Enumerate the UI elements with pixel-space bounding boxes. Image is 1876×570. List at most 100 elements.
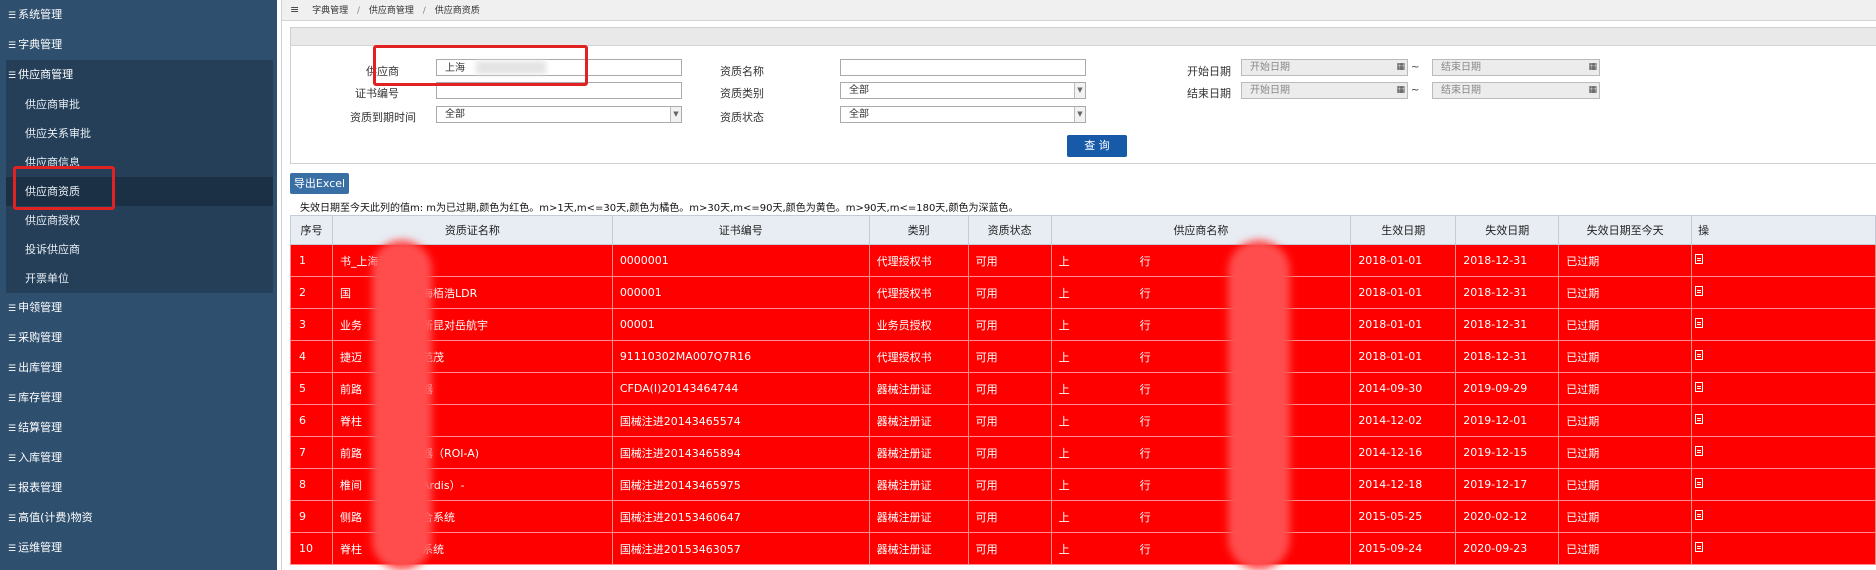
cell-remain: 已过期: [1558, 436, 1693, 469]
cell-end: 2018-12-31: [1455, 340, 1560, 373]
cell-status: 可用: [967, 372, 1052, 405]
cell-start: 2014-12-16: [1350, 436, 1457, 469]
sidebar-item[interactable]: ☰ 字典管理: [0, 30, 277, 60]
cell-operation: [1691, 468, 1876, 501]
col-header-supplier[interactable]: 供应商名称: [1050, 215, 1352, 245]
cell-remain: 已过期: [1558, 404, 1693, 437]
cell-type: 器械注册证: [868, 468, 969, 501]
sidebar-item[interactable]: ☰ 申领管理: [0, 293, 277, 323]
sidebar-subitem[interactable]: 供应商授权: [6, 206, 273, 235]
cell-operation: [1691, 340, 1876, 373]
table-row[interactable]: 6 脊柱 国械注进20143465574 器械注册证 可用上行 2014-12-02 201…: [290, 404, 1876, 437]
table-row[interactable]: 9 侧路 合系统 国械注进20153460647 器械注册证 可用上行 2015-05-25…: [290, 500, 1876, 533]
chevron-down-icon: ▼: [670, 107, 681, 122]
document-icon[interactable]: [1695, 414, 1704, 424]
cell-seq: 8: [290, 468, 333, 501]
export-excel-button[interactable]: 导出Excel: [290, 173, 349, 194]
cell-name: 捷迈 范茂: [331, 340, 613, 373]
cell-operation: [1691, 436, 1876, 469]
end-date-from-input[interactable]: 开始日期 ▦: [1241, 82, 1408, 99]
menu-toggle-icon[interactable]: ≡: [290, 3, 299, 16]
col-header-status[interactable]: 资质状态: [967, 215, 1052, 245]
list-icon: ☰: [8, 41, 17, 51]
breadcrumb-item[interactable]: 字典管理: [312, 6, 348, 16]
table-row[interactable]: 4 捷迈 范茂 91110302MA007Q7R16 代理授权书 可用上行 2018-01-…: [290, 340, 1876, 373]
cert-no-input[interactable]: [436, 82, 682, 99]
calendar-icon[interactable]: ▦: [1588, 83, 1597, 98]
document-icon[interactable]: [1695, 254, 1704, 264]
sidebar-subitem[interactable]: 供应商信息: [6, 148, 273, 177]
start-date-from-input[interactable]: 开始日期 ▦: [1241, 59, 1408, 76]
cell-cert: 国械注进20153463057: [611, 532, 870, 565]
calendar-icon[interactable]: ▦: [1396, 83, 1405, 98]
table-row[interactable]: 10 脊柱 系统 国械注进20153463057 器械注册证 可用上行 2015-09-24…: [290, 532, 1876, 565]
sidebar-subitem[interactable]: 供应商资质: [6, 177, 273, 206]
sidebar-item[interactable]: ☰ 报表管理: [0, 473, 277, 503]
col-header-end[interactable]: 失效日期: [1455, 215, 1560, 245]
sidebar-item[interactable]: ☰ 运维管理: [0, 533, 277, 563]
sidebar-subitem[interactable]: 开票单位: [6, 264, 273, 293]
document-icon[interactable]: [1695, 510, 1704, 520]
col-header-type[interactable]: 类别: [868, 215, 969, 245]
list-icon: ☰: [8, 484, 17, 494]
table-row[interactable]: 3 业务 所昆对岳航宇 00001 业务员授权 可用上行 2018-01-01 2018-12…: [290, 308, 1876, 341]
menu-label: 入库管理: [18, 451, 63, 464]
cell-name: 前路 器（ROI-A): [331, 436, 613, 469]
expire-time-label: 资质到期时间: [350, 111, 416, 124]
cell-status: 可用: [967, 436, 1052, 469]
document-icon[interactable]: [1695, 382, 1704, 392]
qual-name-input[interactable]: [840, 59, 1086, 76]
document-icon[interactable]: [1695, 286, 1704, 296]
query-button[interactable]: 查 询: [1067, 135, 1127, 157]
document-icon[interactable]: [1695, 318, 1704, 328]
menu-label: 供应商授权: [25, 214, 80, 227]
sidebar-item[interactable]: ☰ 系统管理: [0, 0, 277, 30]
expire-time-select[interactable]: 全部 ▼: [436, 106, 682, 123]
breadcrumb-item[interactable]: 供应商管理: [369, 6, 414, 16]
cert-no-label: 证书编号: [355, 87, 399, 100]
start-date-to-input[interactable]: 结束日期 ▦: [1432, 59, 1600, 76]
list-icon: ☰: [8, 544, 17, 554]
document-icon[interactable]: [1695, 478, 1704, 488]
table-row[interactable]: 2 国上海栢浩LDR 000001 代理授权书 可用上行 2018-01-01 2018-1…: [290, 276, 1876, 309]
calendar-icon[interactable]: ▦: [1588, 60, 1597, 75]
table-row[interactable]: 8 椎间 Ardis）- 国械注进20143465975 器械注册证 可用上行 2014-1…: [290, 468, 1876, 501]
table-row[interactable]: 1 书_上海济昆捷迈 0000001 代理授权书 可用上行 2018-01-01 2018-…: [290, 244, 1876, 277]
qual-status-select[interactable]: 全部 ▼: [840, 106, 1086, 123]
menu-label: 供应商信息: [25, 156, 80, 169]
document-icon[interactable]: [1695, 542, 1704, 552]
col-header-seq[interactable]: 序号: [290, 215, 333, 245]
sidebar-subitem[interactable]: 投诉供应商: [6, 235, 273, 264]
sidebar-item[interactable]: ☰ 高值(计费)物资: [0, 503, 277, 533]
sidebar-item-supplier-management[interactable]: ☰ 供应商管理: [6, 60, 273, 90]
list-icon: ☰: [8, 304, 17, 314]
supplier-label: 供应商: [366, 65, 399, 78]
sidebar-item[interactable]: ☰ 入库管理: [0, 443, 277, 473]
qual-type-select[interactable]: 全部 ▼: [840, 82, 1086, 99]
sidebar-item[interactable]: ☰ 库存管理: [0, 383, 277, 413]
calendar-icon[interactable]: ▦: [1396, 60, 1405, 75]
col-header-name[interactable]: 资质证名称: [331, 215, 613, 245]
menu-label: 申领管理: [18, 301, 63, 314]
sidebar-item[interactable]: ☰ 出库管理: [0, 353, 277, 383]
cell-supplier: 上行: [1050, 468, 1352, 501]
menu-label: 供应商资质: [25, 185, 80, 198]
col-header-remain[interactable]: 失效日期至今天: [1558, 215, 1693, 245]
table-row[interactable]: 5 前路器 CFDA(I)20143464744 器械注册证 可用上行 2014-09-3…: [290, 372, 1876, 405]
col-header-cert[interactable]: 证书编号: [611, 215, 870, 245]
sidebar-item[interactable]: ☰ 采购管理: [0, 323, 277, 353]
cell-end: 2019-12-15: [1455, 436, 1560, 469]
end-date-to-input[interactable]: 结束日期 ▦: [1432, 82, 1600, 99]
sidebar-item[interactable]: ☰ 结算管理: [0, 413, 277, 443]
col-header-start[interactable]: 生效日期: [1350, 215, 1457, 245]
sidebar-subitem[interactable]: 供应商审批: [6, 90, 273, 119]
menu-label: 高值(计费)物资: [18, 511, 93, 524]
cell-operation: [1691, 500, 1876, 533]
document-icon[interactable]: [1695, 446, 1704, 456]
redacted-text: [476, 61, 546, 74]
table-row[interactable]: 7 前路 器（ROI-A) 国械注进20143465894 器械注册证 可用上行 2014-…: [290, 436, 1876, 469]
sidebar-subitem[interactable]: 供应关系审批: [6, 119, 273, 148]
document-icon[interactable]: [1695, 350, 1704, 360]
supplier-input[interactable]: 上海: [436, 59, 682, 76]
cell-supplier: 上行: [1050, 532, 1352, 565]
